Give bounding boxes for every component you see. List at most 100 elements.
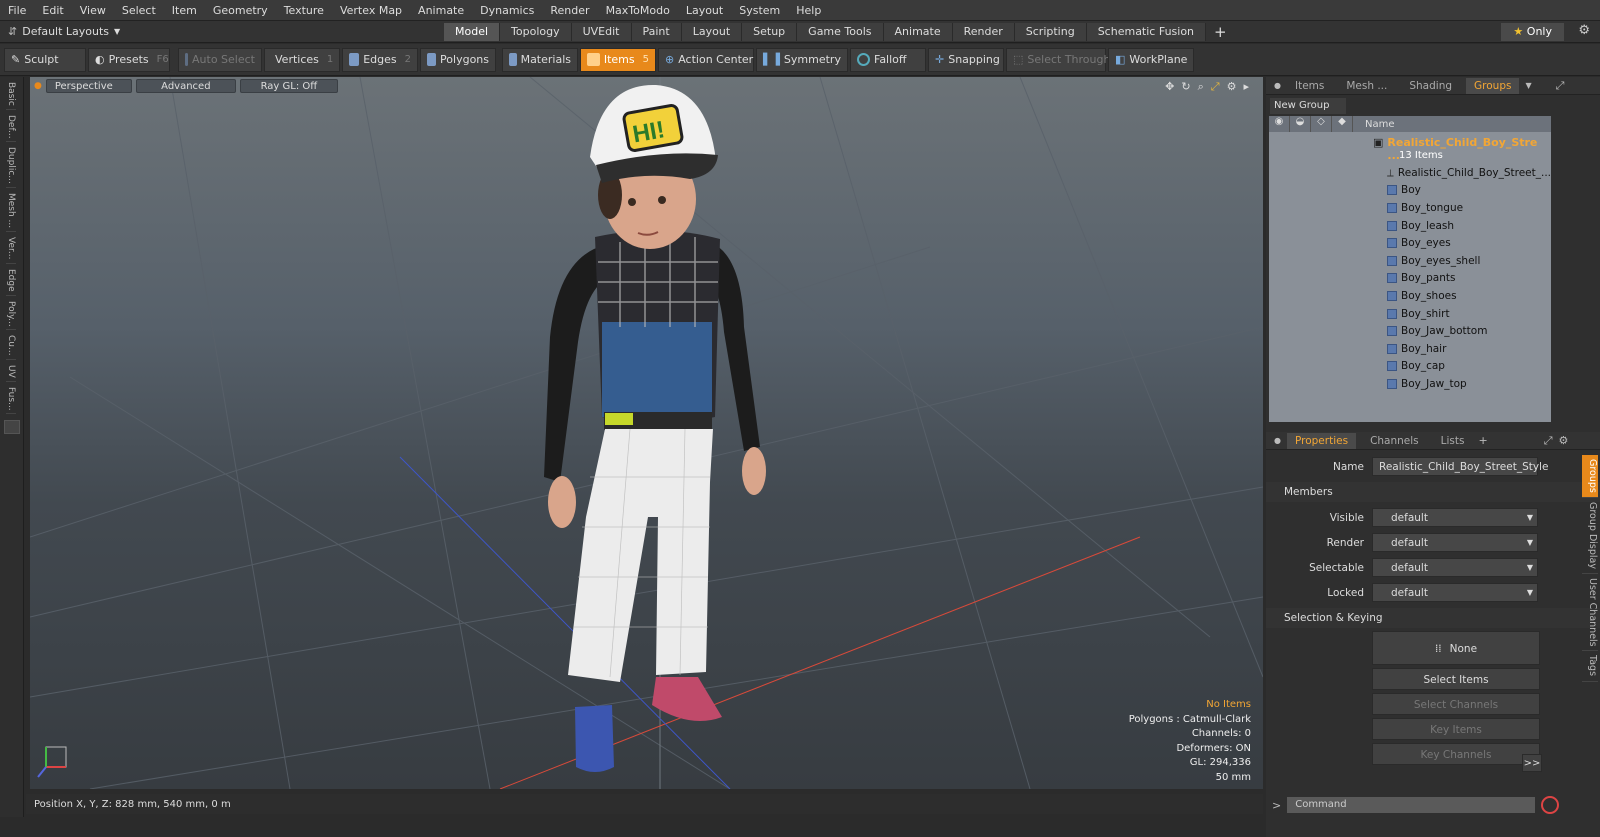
- tab-animate[interactable]: Animate: [883, 22, 953, 41]
- left-tab-deform[interactable]: Def...: [6, 112, 16, 143]
- tab-game-tools[interactable]: Game Tools: [797, 22, 884, 41]
- action-center-button[interactable]: ⊕ Action Center: [658, 47, 754, 72]
- tab-paint[interactable]: Paint: [631, 22, 682, 41]
- strip-toggle-button[interactable]: [4, 420, 20, 435]
- visible-dropdown[interactable]: default ▼: [1372, 508, 1538, 527]
- tab-layout[interactable]: Layout: [681, 22, 743, 41]
- menu-item[interactable]: Item: [164, 4, 205, 17]
- left-tab-uv[interactable]: UV: [6, 362, 16, 382]
- only-button[interactable]: ★ Only: [1501, 23, 1564, 41]
- more-button[interactable]: >>: [1522, 754, 1542, 772]
- tab-scripting[interactable]: Scripting: [1014, 22, 1087, 41]
- tab-schematic-fusion[interactable]: Schematic Fusion: [1086, 22, 1207, 41]
- left-tab-edge[interactable]: Edge: [6, 266, 16, 296]
- name-field[interactable]: Realistic_Child_Boy_Street_Style: [1372, 457, 1548, 476]
- rotate-icon[interactable]: ↻: [1181, 80, 1190, 94]
- edges-button[interactable]: Edges 2: [342, 47, 418, 72]
- list-item[interactable]: Boy_shoes: [1269, 287, 1551, 305]
- selectable-dropdown[interactable]: default ▼: [1372, 558, 1538, 577]
- add-tab-button[interactable]: +: [1206, 23, 1235, 41]
- list-item[interactable]: Boy_Jaw_bottom: [1269, 322, 1551, 340]
- tab-lists[interactable]: Lists: [1433, 433, 1473, 449]
- tab-mesh[interactable]: Mesh ...: [1338, 78, 1395, 94]
- menu-edit[interactable]: Edit: [34, 4, 71, 17]
- maximize-icon[interactable]: ⤢: [1211, 80, 1220, 94]
- view-mode-button[interactable]: Perspective: [45, 79, 132, 93]
- menu-view[interactable]: View: [72, 4, 114, 17]
- list-item[interactable]: Boy_eyes_shell: [1269, 252, 1551, 270]
- layout-selector[interactable]: ⇵ Default Layouts ▼: [0, 25, 444, 38]
- tab-uvedit[interactable]: UVEdit: [571, 22, 632, 41]
- lock-column-icon[interactable]: ◇: [1311, 116, 1332, 132]
- items-button[interactable]: Items 5: [580, 47, 656, 72]
- tab-items[interactable]: Items: [1287, 78, 1332, 94]
- command-input[interactable]: Command: [1287, 797, 1536, 813]
- expand-right-icon[interactable]: ▸: [1243, 80, 1249, 94]
- side-tab-group-display[interactable]: Group Display: [1582, 498, 1598, 574]
- menu-vertex-map[interactable]: Vertex Map: [332, 4, 410, 17]
- workplane-button[interactable]: ◧ WorkPlane: [1108, 47, 1194, 72]
- vertices-button[interactable]: Vertices 1: [264, 47, 340, 72]
- menu-help[interactable]: Help: [788, 4, 829, 17]
- none-button[interactable]: ⁞⁞ None: [1372, 631, 1540, 665]
- tab-topology[interactable]: Topology: [500, 22, 572, 41]
- tabs-dropdown-icon[interactable]: ▼: [1525, 81, 1531, 90]
- falloff-button[interactable]: Falloff: [850, 47, 926, 72]
- 3d-viewport[interactable]: HI! ● Perspective Advanced Ray GL: Off ✥…: [30, 77, 1263, 789]
- left-tab-fusion[interactable]: Fus...: [6, 384, 16, 415]
- props-dot-icon[interactable]: ●: [1274, 436, 1281, 445]
- shading-mode-button[interactable]: Advanced: [135, 79, 236, 93]
- list-item[interactable]: Boy_pants: [1269, 270, 1551, 288]
- sculpt-button[interactable]: ✎ Sculpt: [4, 47, 86, 72]
- side-tab-tags[interactable]: Tags: [1582, 651, 1598, 682]
- list-item[interactable]: Boy_shirt: [1269, 305, 1551, 323]
- tab-model[interactable]: Model: [444, 22, 501, 41]
- render-column-icon[interactable]: ◒: [1290, 116, 1311, 132]
- side-tab-groups[interactable]: Groups: [1582, 455, 1598, 498]
- left-tab-curve[interactable]: Cu...: [6, 332, 16, 360]
- menu-layout[interactable]: Layout: [678, 4, 731, 17]
- panel-expand-icon[interactable]: ⤢: [1556, 79, 1565, 93]
- expand-icon[interactable]: ⇵: [8, 25, 17, 38]
- menu-maxtomodo[interactable]: MaxToModo: [598, 4, 678, 17]
- tab-channels[interactable]: Channels: [1362, 433, 1427, 449]
- polygons-button[interactable]: Polygons: [420, 47, 496, 72]
- materials-button[interactable]: Materials: [502, 47, 578, 72]
- select-items-button[interactable]: Select Items: [1372, 668, 1540, 690]
- left-tab-vertex[interactable]: Ver...: [6, 234, 16, 264]
- auto-select-button[interactable]: Auto Select: [178, 47, 262, 72]
- raygl-button[interactable]: Ray GL: Off: [239, 79, 338, 93]
- gear-icon[interactable]: ⚙: [1578, 23, 1590, 38]
- pan-icon[interactable]: ✥: [1165, 80, 1174, 94]
- symmetry-button[interactable]: ▌▐ Symmetry: [756, 47, 848, 72]
- props-expand-icon[interactable]: ⤢: [1544, 434, 1553, 448]
- side-tab-user-channels[interactable]: User Channels: [1582, 574, 1598, 652]
- select-channels-button[interactable]: Select Channels: [1372, 693, 1540, 715]
- group-row[interactable]: ▣ Realistic_Child_Boy_Stre ... 13 Items: [1269, 132, 1551, 164]
- viewport-menu-dot-icon[interactable]: ●: [34, 81, 42, 91]
- record-icon[interactable]: [1541, 796, 1560, 814]
- menu-animate[interactable]: Animate: [410, 4, 472, 17]
- key-channels-button[interactable]: Key Channels: [1372, 743, 1540, 765]
- snapping-button[interactable]: ✛ Snapping: [928, 47, 1004, 72]
- presets-button[interactable]: ◐ Presets F6: [88, 47, 170, 72]
- tab-render[interactable]: Render: [952, 22, 1015, 41]
- menu-texture[interactable]: Texture: [276, 4, 332, 17]
- list-item[interactable]: Boy_tongue: [1269, 199, 1551, 217]
- select-column-icon[interactable]: ◆: [1332, 116, 1353, 132]
- tab-shading[interactable]: Shading: [1401, 78, 1460, 94]
- menu-geometry[interactable]: Geometry: [205, 4, 276, 17]
- members-section[interactable]: Members: [1266, 482, 1600, 502]
- menu-render[interactable]: Render: [542, 4, 597, 17]
- viewport-gear-icon[interactable]: ⚙: [1227, 80, 1237, 94]
- list-item[interactable]: Boy_leash: [1269, 217, 1551, 235]
- zoom-icon[interactable]: ⌕: [1198, 80, 1204, 94]
- eye-column-icon[interactable]: ◉: [1269, 116, 1290, 132]
- menu-system[interactable]: System: [731, 4, 788, 17]
- list-item[interactable]: Boy: [1269, 182, 1551, 200]
- list-item[interactable]: ⟂ Realistic_Child_Boy_Street_...: [1269, 164, 1551, 182]
- list-item[interactable]: Boy_hair: [1269, 340, 1551, 358]
- locked-dropdown[interactable]: default ▼: [1372, 583, 1538, 602]
- key-items-button[interactable]: Key Items: [1372, 718, 1540, 740]
- list-item[interactable]: Boy_Jaw_top: [1269, 375, 1551, 393]
